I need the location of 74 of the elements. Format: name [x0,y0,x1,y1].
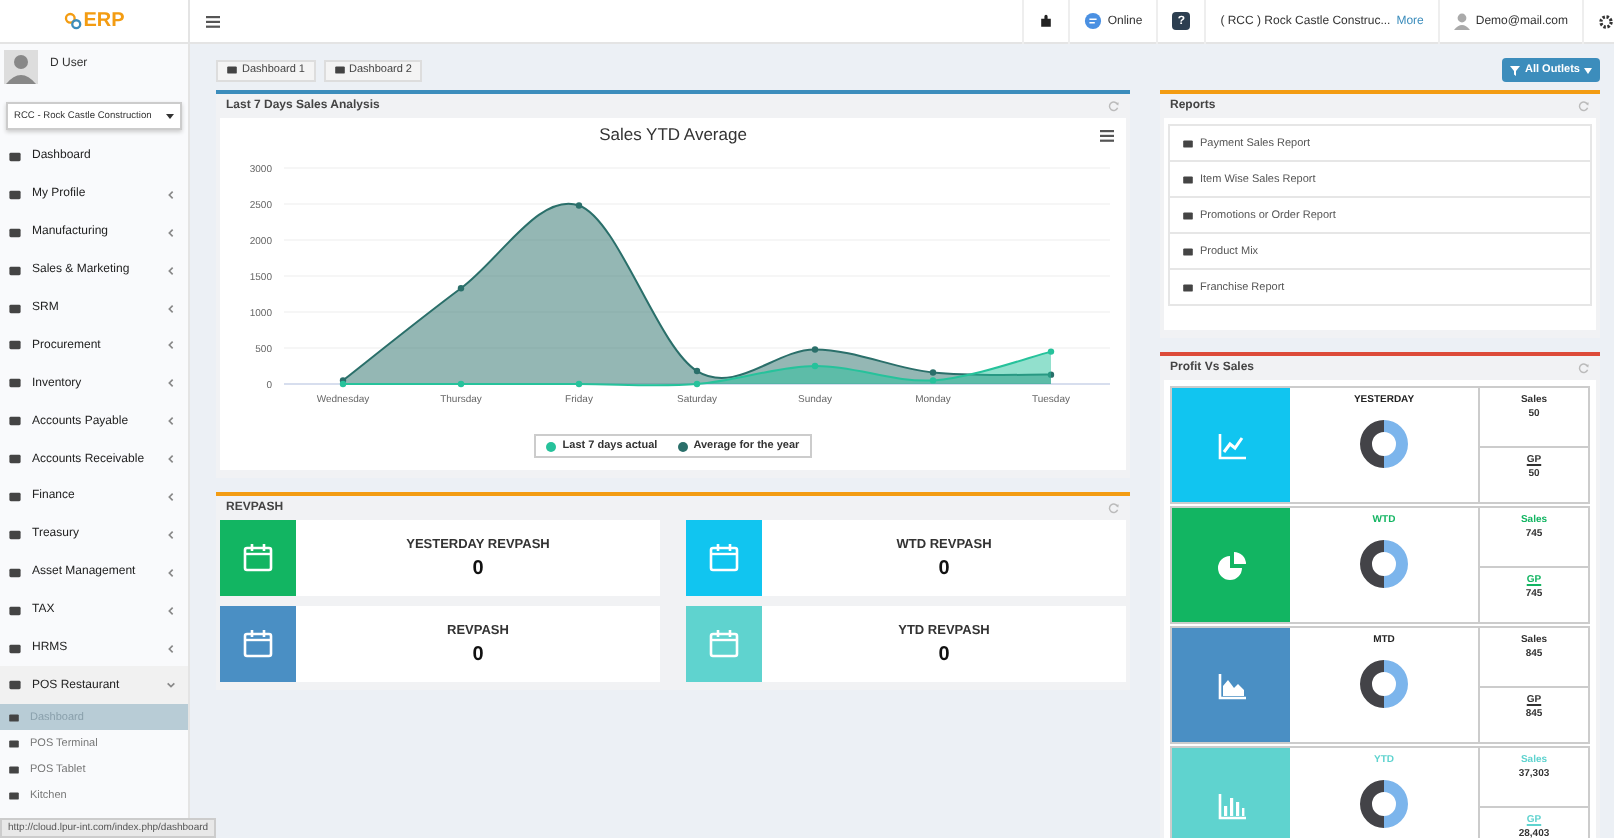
donut-chart [1356,656,1412,712]
menu-item-icon [8,452,22,467]
stat-value: 0 [472,643,484,665]
area-chart-icon [1217,673,1245,699]
calendar-icon [708,628,740,660]
chevron-left-icon [166,340,176,351]
logo-text: ERP [83,10,125,32]
chevron-left-icon [166,227,176,238]
puzzle-icon[interactable] [1037,13,1054,29]
calendar-icon [242,628,274,660]
chevron-left-icon [166,303,176,313]
trend-chart-icon [1217,433,1245,459]
menu-item-icon [8,565,22,580]
chevron-left-icon [166,378,176,389]
data-point [1047,371,1055,378]
stat-value: 0 [938,557,950,579]
data-point [1047,348,1055,355]
report-icon [1182,173,1194,185]
data-point [811,362,819,370]
menu-item-icon [8,376,22,391]
chevron-left-icon [166,643,176,654]
menu-item-icon [8,338,22,353]
menu-icon[interactable] [1100,130,1114,142]
data-point [811,346,819,353]
stat-value: 0 [472,557,484,579]
filter-icon [1510,65,1521,75]
chevron-left-icon [166,491,176,502]
data-point [457,380,465,388]
report-icon [1182,245,1194,257]
data-point [457,285,465,292]
menu-icon[interactable] [206,15,220,27]
calendar-icon [242,542,274,574]
gear-icon[interactable] [1598,13,1614,29]
chevron-left-icon [166,605,176,616]
chevron-left-icon [166,529,176,540]
menu-item-icon [8,678,22,693]
calendar-icon [708,542,740,574]
data-point [693,367,701,375]
report-icon [1182,137,1194,149]
caret-icon [1584,67,1592,73]
menu-item-icon [8,149,22,164]
stat-value: 0 [938,643,950,665]
avatar-icon [1453,12,1470,30]
data-point [575,202,583,209]
donut-chart [1356,776,1412,832]
donut-chart [1356,536,1412,592]
menu-item-icon [8,527,22,542]
chevron-down-icon [166,680,176,691]
report-icon [1182,209,1194,221]
pie-chart-icon [1217,551,1245,579]
menu-item-icon [8,301,22,315]
data-point [575,380,583,388]
chat-bubble-icon [1083,12,1102,30]
bar-chart-icon [1217,793,1245,819]
legend-dot [677,441,688,451]
menu-item-icon [8,603,22,618]
menu-item-icon [8,263,22,278]
chevron-left-icon [166,189,176,200]
gears-logo-icon [63,12,82,30]
chevron-left-icon [166,416,176,427]
chevron-left-icon [166,454,176,465]
menu-item-icon [8,641,22,656]
chart-title: Sales YTD Average [599,124,747,144]
data-point [693,380,701,388]
menu-item-icon [8,489,22,504]
legend-dot [546,441,557,451]
menu-item-icon [8,225,22,240]
report-icon [1182,281,1194,293]
caret-icon [166,112,174,120]
donut-chart [1356,416,1412,472]
chevron-left-icon [166,567,176,578]
chevron-left-icon [166,265,176,276]
menu-item-icon [8,187,22,202]
menu-item-icon [8,414,22,429]
